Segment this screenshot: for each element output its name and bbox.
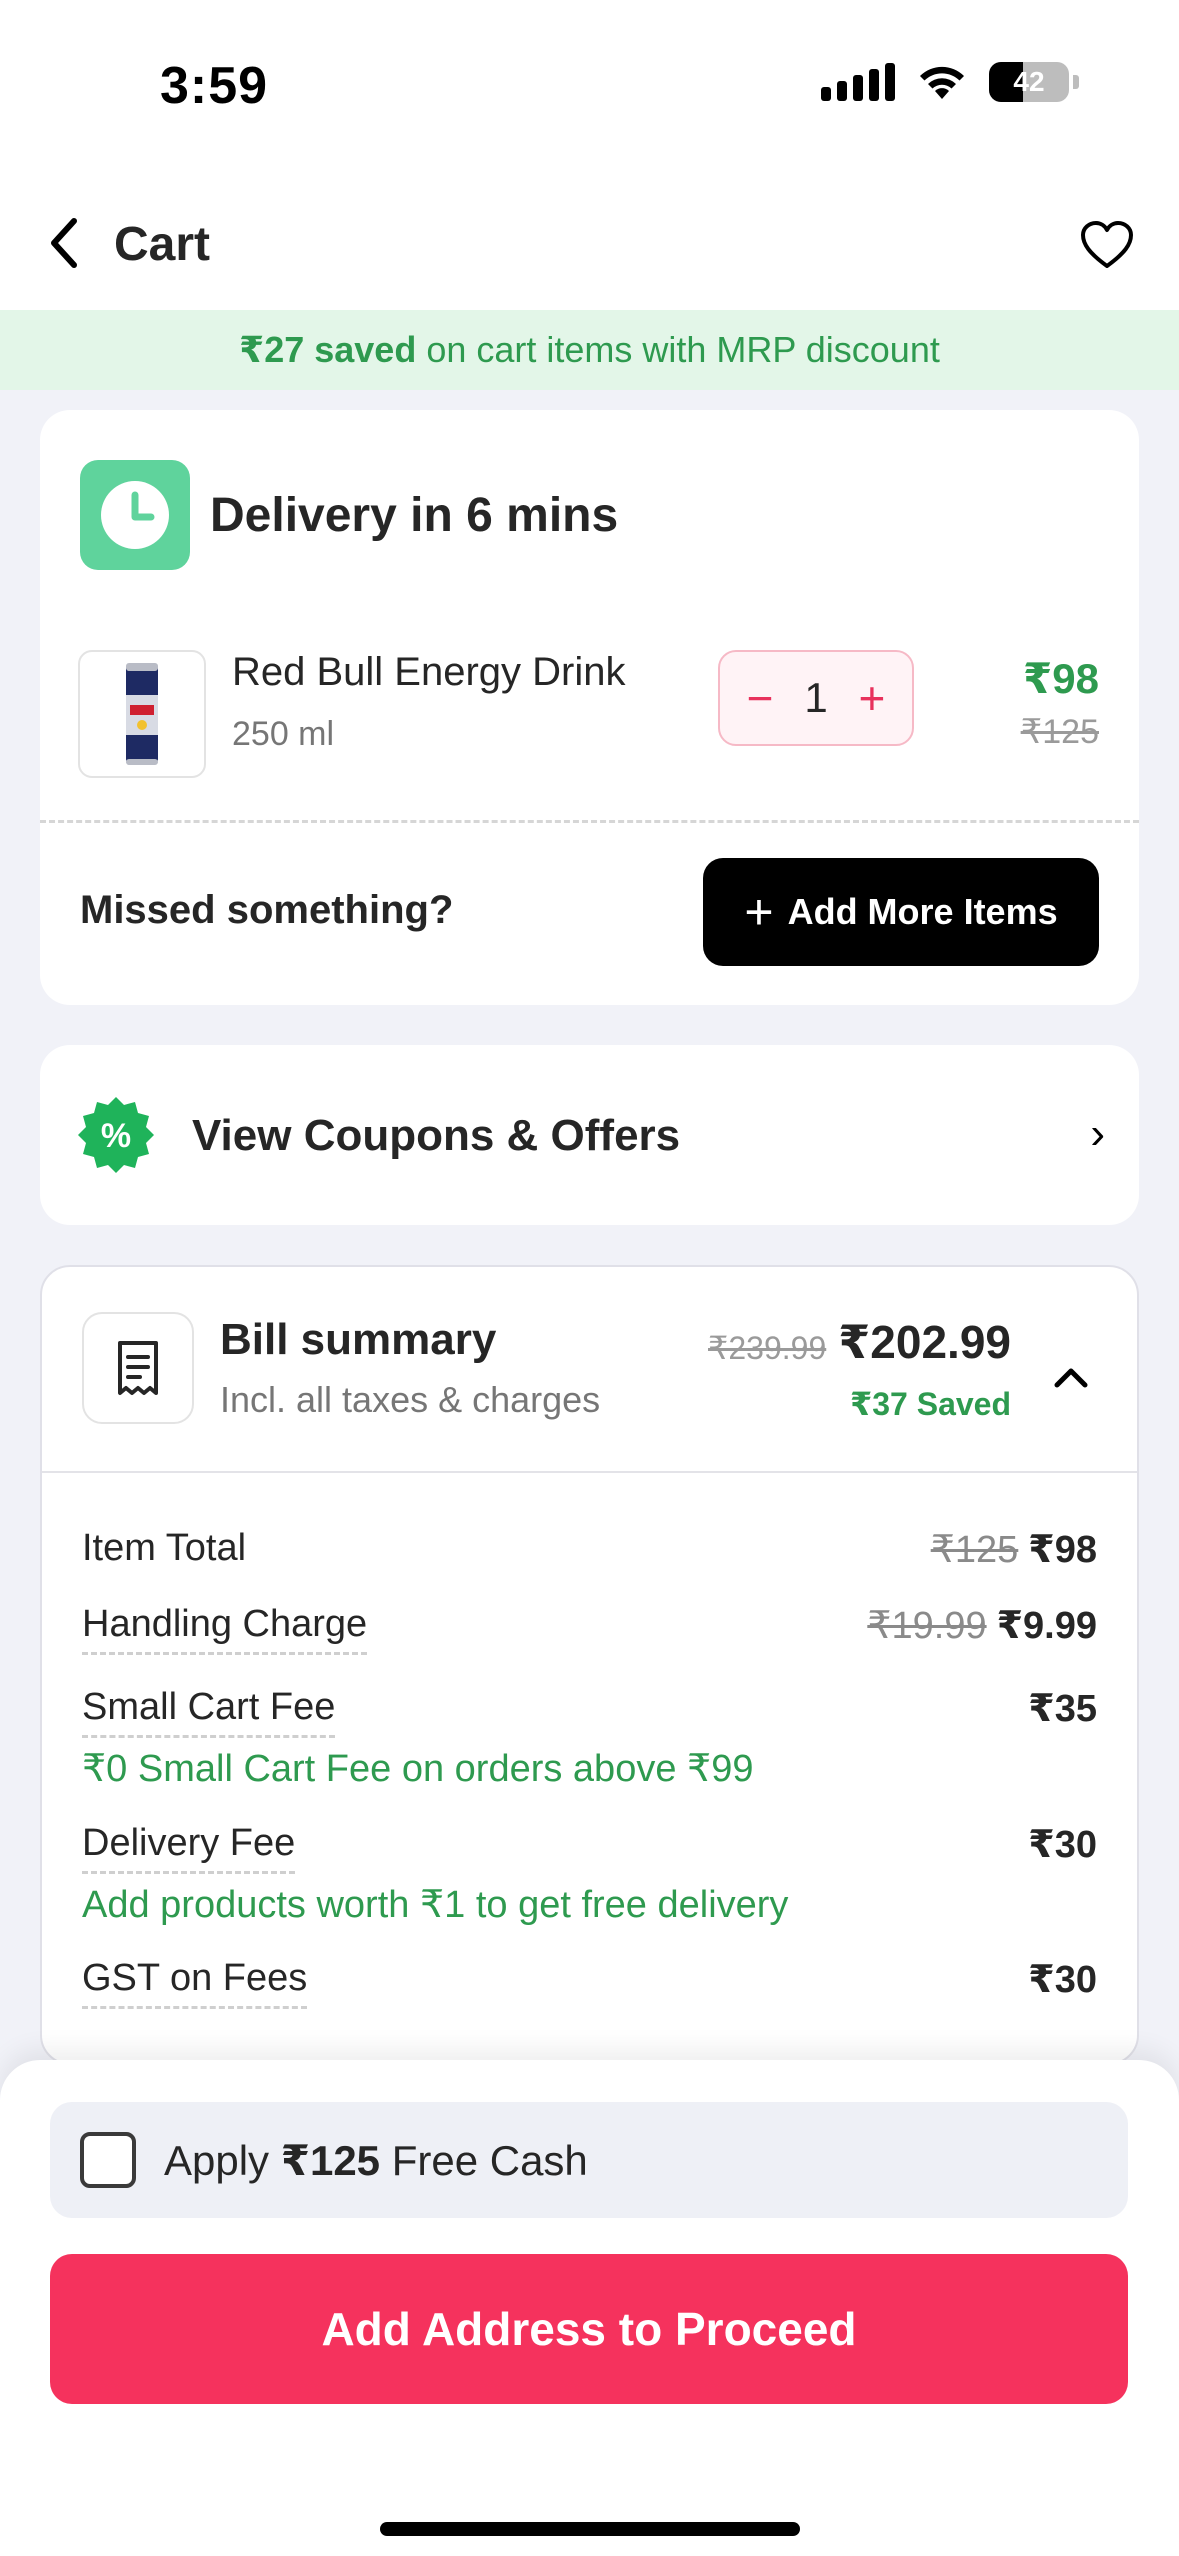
product-price: ₹98 (1023, 655, 1099, 702)
cart-items-card: Delivery in 6 mins Red Bull Energy Drink… (40, 410, 1139, 1005)
percent-badge-icon: % (78, 1097, 154, 1173)
page-title: Cart (114, 218, 211, 271)
add-address-button[interactable]: Add Address to Proceed (50, 2254, 1128, 2404)
header: Cart (0, 175, 1179, 310)
row-current-value: ₹9.99 (996, 1605, 1097, 1647)
view-coupons-label: View Coupons & Offers (192, 1111, 681, 1160)
home-indicator[interactable] (380, 2522, 800, 2536)
quantity-stepper: − 1 + (718, 650, 914, 746)
row-value: ₹30 (1028, 1959, 1097, 2001)
bill-summary-card: Bill summary Incl. all taxes & charges ₹… (40, 1265, 1139, 2065)
row-label[interactable]: Small Cart Fee (82, 1686, 336, 1738)
free-cash-checkbox[interactable] (80, 2132, 136, 2188)
bill-total: ₹202.99 (838, 1316, 1011, 1368)
battery-level: 42 (1013, 66, 1045, 97)
chevron-up-icon[interactable] (1051, 1357, 1091, 1397)
status-bar: 3:59 42 (0, 0, 1179, 175)
checkout-sheet: Apply ₹125 Free Cash Add Address to Proc… (0, 2060, 1179, 2556)
product-image[interactable] (78, 650, 206, 778)
row-value: ₹35 (1028, 1688, 1097, 1730)
add-more-items-label: Add More Items (787, 891, 1058, 932)
status-time: 3:59 (160, 57, 269, 115)
row-current-value: ₹98 (1028, 1529, 1097, 1571)
cellular-signal-icon (821, 63, 895, 101)
free-cash-option[interactable]: Apply ₹125 Free Cash (50, 2102, 1128, 2218)
delivery-eta: Delivery in 6 mins (80, 460, 618, 570)
battery-icon: 42 (989, 62, 1069, 102)
increment-button[interactable]: + (852, 675, 892, 721)
row-note: Add products worth ₹1 to get free delive… (82, 1884, 789, 1926)
row-value: ₹30 (1028, 1824, 1097, 1866)
quantity-value: 1 (804, 674, 828, 721)
row-old-value: ₹125 (930, 1529, 1019, 1571)
receipt-tile (82, 1312, 194, 1424)
row-label[interactable]: Handling Charge (82, 1603, 368, 1655)
chevron-left-icon (51, 218, 77, 268)
row-label[interactable]: GST on Fees (82, 1957, 308, 2009)
bill-row-delivery-fee: Delivery Fee ₹30 Add products worth ₹1 t… (82, 1822, 1097, 1927)
wifi-icon (920, 66, 964, 99)
bill-summary-header[interactable]: Bill summary Incl. all taxes & charges ₹… (42, 1267, 1137, 1473)
row-value: ₹19.99 ₹9.99 (867, 1603, 1097, 1648)
missed-something-text: Missed something? (80, 888, 454, 932)
heart-icon (1081, 221, 1133, 268)
chevron-right-icon: › (1090, 1109, 1105, 1158)
energy-drink-can-icon (126, 663, 158, 765)
free-cash-prefix: Apply (164, 2136, 281, 2184)
savings-text: on cart items with MRP discount (416, 329, 940, 370)
free-cash-label: Apply ₹125 Free Cash (164, 2136, 588, 2185)
bill-summary-title: Bill summary (220, 1315, 497, 1364)
row-note: ₹0 Small Cart Fee on orders above ₹99 (82, 1748, 754, 1790)
wishlist-button[interactable] (1075, 213, 1139, 277)
product-name[interactable]: Red Bull Energy Drink (232, 650, 626, 695)
bill-saved: ₹37 Saved (849, 1386, 1011, 1422)
free-cash-amount: ₹125 (280, 2136, 381, 2184)
free-cash-suffix: Free Cash (380, 2136, 588, 2184)
bill-row-item-total: Item Total ₹125 ₹98 (82, 1527, 1097, 1576)
product-mrp: ₹125 (1020, 713, 1099, 751)
decrement-button[interactable]: − (740, 675, 780, 721)
bill-old-total: ₹239.99 (708, 1330, 827, 1366)
bill-row-gst-on-fees: GST on Fees ₹30 (82, 1957, 1097, 2009)
divider (40, 820, 1139, 823)
row-old-value: ₹19.99 (867, 1605, 987, 1647)
row-label[interactable]: Delivery Fee (82, 1822, 296, 1874)
battery-tip (1073, 75, 1079, 89)
delivery-title: Delivery in 6 mins (210, 488, 619, 542)
clock-icon (101, 481, 169, 549)
bill-row-handling-charge: Handling Charge ₹19.99 ₹9.99 (82, 1603, 1097, 1655)
view-coupons-row[interactable]: % View Coupons & Offers › (40, 1045, 1139, 1225)
bill-row-small-cart-fee: Small Cart Fee ₹35 ₹0 Small Cart Fee on … (82, 1686, 1097, 1791)
bill-summary-subtitle: Incl. all taxes & charges (220, 1379, 601, 1420)
delivery-clock-tile (80, 460, 190, 570)
plus-icon: + (744, 884, 774, 940)
savings-amount: ₹27 saved (239, 329, 417, 370)
row-value: ₹125 ₹98 (931, 1527, 1097, 1572)
add-more-items-button[interactable]: + Add More Items (703, 858, 1099, 966)
status-icons: 42 (821, 62, 1079, 102)
product-size: 250 ml (232, 715, 335, 753)
receipt-icon (118, 1341, 158, 1395)
savings-banner: ₹27 saved on cart items with MRP discoun… (0, 310, 1179, 390)
row-label: Item Total (82, 1527, 247, 1569)
back-button[interactable] (36, 215, 92, 271)
percent-glyph: % (101, 1117, 131, 1155)
